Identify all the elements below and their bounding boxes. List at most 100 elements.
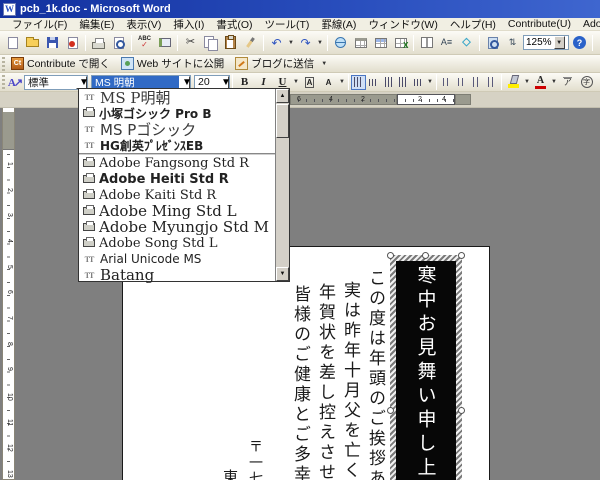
- paste-button[interactable]: [221, 34, 240, 52]
- asian-layout-button[interactable]: A≡: [437, 34, 456, 52]
- document-map-button[interactable]: [483, 34, 502, 52]
- resize-handle[interactable]: [422, 252, 429, 259]
- insert-hyperlink-button[interactable]: [331, 34, 350, 52]
- formatting-marks-button[interactable]: ⇅: [503, 34, 522, 52]
- reading-mode-button[interactable]: 閲覧モード(R): [596, 34, 600, 51]
- highlight-dropdown[interactable]: ▼: [523, 79, 531, 85]
- columns-button[interactable]: [417, 34, 436, 52]
- character-scale-dropdown[interactable]: ▼: [338, 79, 346, 85]
- research-button[interactable]: [155, 34, 174, 52]
- char-distribute-button-2[interactable]: [454, 75, 469, 90]
- scrollbar-thumb[interactable]: [276, 104, 289, 138]
- underline-dropdown[interactable]: ▼: [292, 79, 300, 85]
- justify-button[interactable]: [351, 74, 366, 90]
- highlight-button[interactable]: [504, 73, 523, 91]
- grid-button-1[interactable]: [469, 75, 484, 90]
- separator: [85, 34, 86, 51]
- undo-dropdown[interactable]: ▼: [287, 40, 295, 46]
- copy-button[interactable]: [201, 34, 220, 52]
- menu-file[interactable]: ファイル(F): [6, 18, 73, 31]
- new-document-button[interactable]: [3, 34, 22, 52]
- undo-button[interactable]: ↶: [267, 34, 286, 52]
- word-app-icon[interactable]: W: [3, 2, 16, 16]
- menu-edit[interactable]: 編集(E): [73, 18, 120, 31]
- print-preview-button[interactable]: [109, 34, 128, 52]
- menu-insert[interactable]: 挿入(I): [167, 18, 210, 31]
- banner-textbox[interactable]: 寒中お見舞い申し上げます: [387, 252, 465, 480]
- font-size-dropdown[interactable]: ▼: [218, 75, 231, 89]
- menu-window[interactable]: ウィンドウ(W): [362, 18, 443, 31]
- ruler-number: 2: [418, 96, 422, 103]
- font-option[interactable]: Adobe Fangsong Std R: [79, 155, 276, 171]
- scroll-down-button[interactable]: ▼: [276, 267, 289, 281]
- line-spacing-button[interactable]: [411, 75, 426, 90]
- redo-button[interactable]: ↷: [296, 34, 315, 52]
- scroll-up-button[interactable]: ▲: [276, 89, 289, 103]
- toolbar-grip[interactable]: [2, 56, 5, 71]
- insert-table-button[interactable]: [371, 34, 390, 52]
- font-option[interactable]: Adobe Ming Std L: [79, 203, 276, 219]
- drawing-button[interactable]: ◇: [457, 34, 476, 52]
- ruby-icon: ア: [562, 76, 572, 87]
- character-border-button[interactable]: A: [300, 73, 319, 91]
- body-text-column: この度は年頭のご挨拶ありがとうございまし: [365, 269, 385, 480]
- font-color-button[interactable]: A: [531, 73, 550, 91]
- font-option[interactable]: TT MS P明朝: [79, 89, 276, 105]
- menu-contribute[interactable]: Contribute(U): [502, 18, 577, 31]
- publish-website-button[interactable]: Web サイトに公開: [116, 55, 229, 72]
- zoom-dropdown[interactable]: ▼: [553, 36, 565, 49]
- save-button[interactable]: [43, 34, 62, 52]
- resize-handle[interactable]: [387, 252, 394, 259]
- menu-view[interactable]: 表示(V): [120, 18, 167, 31]
- menu-help[interactable]: ヘルプ(H): [444, 18, 502, 31]
- line-spacing-dropdown[interactable]: ▼: [426, 79, 434, 85]
- font-option[interactable]: TT Arial Unicode MS: [79, 251, 276, 267]
- font-option[interactable]: Adobe Myungjo Std M: [79, 219, 276, 235]
- resize-handle[interactable]: [458, 407, 465, 414]
- spelling-button[interactable]: ABC ✓: [135, 34, 154, 52]
- font-option[interactable]: Adobe Kaiti Std R: [79, 187, 276, 203]
- title-bar[interactable]: W pcb_1k.doc - Microsoft Word: [0, 0, 600, 18]
- research-icon: [158, 38, 171, 47]
- vertical-ruler[interactable]: 1 2 3 4 5 6 7 8 9 10 11 12 13: [2, 108, 15, 480]
- font-option[interactable]: Adobe Song Std L: [79, 235, 276, 251]
- send-blog-button[interactable]: ブログに送信: [230, 55, 319, 72]
- toolbar-options-chevron[interactable]: ▼: [320, 61, 328, 67]
- cut-button[interactable]: ✂: [181, 34, 200, 52]
- ruby-button[interactable]: ア: [558, 73, 577, 91]
- font-dropdown-arrow[interactable]: ▼: [179, 75, 192, 89]
- grid-button-2[interactable]: [484, 75, 499, 90]
- redo-dropdown[interactable]: ▼: [316, 40, 324, 46]
- char-distribute-button-1[interactable]: [439, 75, 454, 90]
- styles-and-formatting-button[interactable]: A↗: [5, 73, 24, 91]
- menu-adobe-pdf[interactable]: Adobe PDF(B): [577, 18, 600, 31]
- distribute-button[interactable]: [396, 75, 411, 90]
- print-button[interactable]: [89, 34, 108, 52]
- style-dropdown[interactable]: ▼: [76, 75, 89, 89]
- font-option[interactable]: Adobe Heiti Std R: [79, 171, 276, 187]
- format-painter-button[interactable]: [241, 34, 260, 52]
- menu-format[interactable]: 書式(O): [210, 18, 258, 31]
- zoom-combo[interactable]: 125% ▼: [523, 35, 569, 50]
- tables-and-borders-button[interactable]: [351, 34, 370, 52]
- align-right-button[interactable]: [381, 75, 396, 90]
- font-option[interactable]: TT Batang: [79, 267, 276, 283]
- resize-handle[interactable]: [387, 407, 394, 414]
- menu-tools[interactable]: ツール(T): [259, 18, 316, 31]
- font-option[interactable]: TT HG創英ﾌﾟﾚｾﾞﾝｽEB: [79, 137, 276, 153]
- resize-handle[interactable]: [458, 252, 465, 259]
- center-button[interactable]: [366, 75, 381, 90]
- font-size-value: 20: [198, 76, 210, 88]
- font-option[interactable]: TT MS Pゴシック: [79, 121, 276, 137]
- enclose-character-button[interactable]: 字: [577, 73, 596, 91]
- character-scale-button[interactable]: A: [319, 73, 338, 91]
- font-color-dropdown[interactable]: ▼: [550, 79, 558, 85]
- dropdown-scrollbar[interactable]: ▲ ▼: [275, 89, 289, 281]
- font-option[interactable]: 小塚ゴシック Pro B: [79, 105, 276, 121]
- permission-button[interactable]: [63, 34, 82, 52]
- help-button[interactable]: ?: [570, 34, 589, 52]
- contribute-open-button[interactable]: Ct Contribute で開く: [6, 55, 115, 72]
- menu-table[interactable]: 罫線(A): [315, 18, 362, 31]
- insert-excel-button[interactable]: [391, 34, 410, 52]
- open-button[interactable]: [23, 34, 42, 52]
